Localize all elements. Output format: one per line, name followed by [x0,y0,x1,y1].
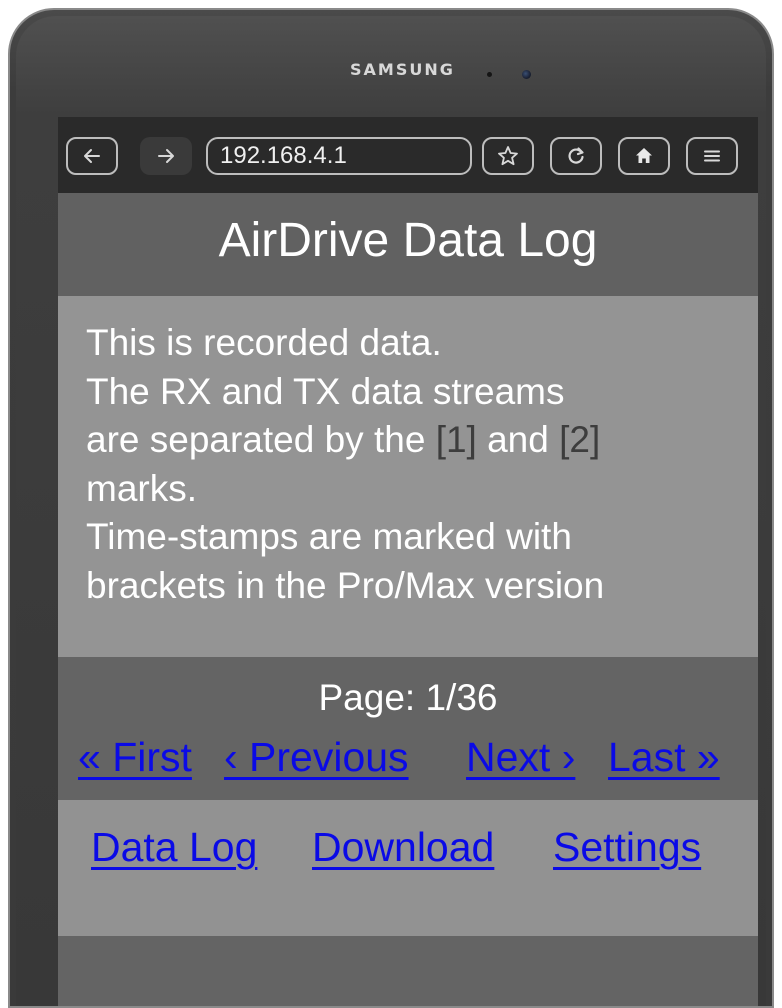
download-link[interactable]: Download [312,824,494,871]
pagination: Page: 1/36 « First ‹ Previous Next › Las… [58,657,758,800]
info-text-segment: are separated by the [86,419,436,460]
bottom-nav: Data Log Download Settings [58,800,758,936]
tx-mark: [2] [559,419,601,460]
page-indicator: Page: 1/36 [318,677,498,718]
page-title: AirDrive Data Log [218,214,598,267]
web-page: AirDrive Data Log This is recorded data.… [58,193,758,1006]
last-page-link[interactable]: Last » [608,734,720,781]
info-line: are separated by the [1] and [2] [86,416,746,465]
info-text: This is recorded data. The RX and TX dat… [86,319,746,610]
reload-icon [568,147,584,164]
front-camera [522,70,531,79]
arrow-left-icon [84,149,100,163]
first-page-link[interactable]: « First [78,734,192,781]
previous-page-link[interactable]: ‹ Previous [224,734,409,781]
star-icon [498,146,518,166]
settings-link[interactable]: Settings [553,824,701,871]
info-line: The RX and TX data streams [86,370,565,412]
home-button[interactable] [618,137,670,175]
reload-button[interactable] [550,137,602,175]
arrow-right-icon [158,149,174,163]
browser-toolbar: 192.168.4.1 [58,117,758,193]
info-line: This is recorded data. [86,322,442,363]
info-line: brackets in the Pro/Max version [86,564,605,606]
info-text-segment: and [476,419,560,460]
back-button[interactable] [66,137,118,175]
brand-logo: SAMSUNG [350,60,455,79]
url-bar[interactable]: 192.168.4.1 [206,137,472,175]
menu-button[interactable] [686,137,738,175]
home-icon [636,148,652,163]
info-line: Time-stamps are marked with [86,516,572,557]
forward-button[interactable] [140,137,192,175]
tablet-frame: SAMSUNG 192.168.4.1 AirDrive Data Log Th… [8,8,774,1008]
page-footer [58,936,758,1006]
rx-mark: [1] [435,419,477,460]
screen: 192.168.4.1 AirDrive Data Log This is re… [58,117,758,1006]
hamburger-menu-icon [704,150,720,162]
info-line: marks. [86,467,197,509]
bookmark-button[interactable] [482,137,534,175]
page-header: AirDrive Data Log [58,193,758,296]
next-page-link[interactable]: Next › [466,734,575,781]
proximity-sensor [487,72,492,77]
data-log-link[interactable]: Data Log [91,824,257,871]
